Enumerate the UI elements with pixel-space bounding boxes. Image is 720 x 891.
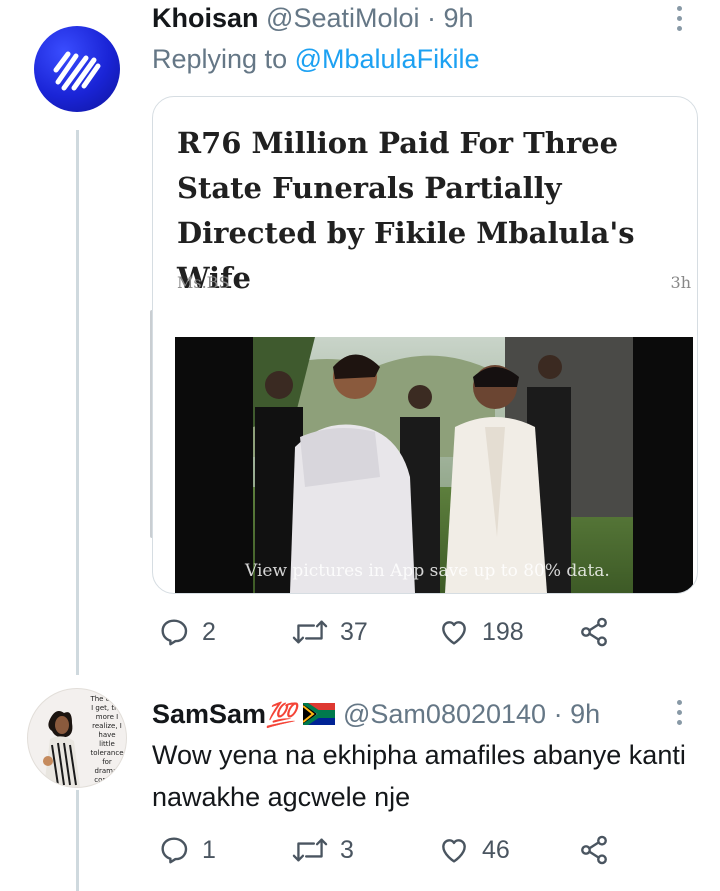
retweet-button[interactable]: 37 (292, 612, 368, 652)
thread-line (76, 790, 79, 891)
retweet-icon (292, 620, 328, 644)
replying-to-mention[interactable]: @MbalulaFikile (295, 44, 480, 74)
retweet-button[interactable]: 3 (292, 830, 354, 870)
tweet-time[interactable]: · 9h (427, 3, 474, 33)
tweet-header: Khoisan @SeatiMoloi · 9h (152, 2, 474, 34)
card-title: R76 Million Paid For Three State Funeral… (177, 126, 635, 295)
reply-button[interactable]: 2 (158, 612, 216, 652)
tweet-text: Wow yena na ekhipha amafiles abanye kant… (152, 740, 686, 812)
like-count: 46 (482, 835, 510, 864)
reply-button[interactable]: 1 (158, 830, 216, 870)
avatar-logo-icon (34, 26, 120, 112)
user-handle[interactable]: @Sam08020140 (343, 699, 546, 729)
tweet-header: SamSam💯 @Sam08020140 · 9h (152, 698, 600, 732)
card-time: 3h (670, 273, 691, 292)
heart-icon (442, 839, 466, 863)
user-handle[interactable]: @SeatiMoloi (266, 3, 419, 33)
like-count: 198 (482, 617, 524, 646)
tweet-time[interactable]: · 9h (554, 699, 601, 729)
display-name[interactable]: Khoisan (152, 3, 259, 33)
reply-icon (161, 619, 188, 646)
south-africa-flag-icon (302, 700, 338, 732)
card-image: View pictures in App save up to 80% data… (175, 337, 693, 593)
retweet-count: 37 (340, 617, 368, 646)
share-button[interactable] (578, 830, 610, 870)
link-card[interactable]: R76 Million Paid For Three State Funeral… (152, 96, 698, 594)
share-button[interactable] (578, 612, 610, 652)
display-name[interactable]: SamSam (152, 699, 266, 729)
more-options-icon[interactable] (677, 6, 683, 36)
heart-icon (442, 621, 466, 645)
avatar[interactable] (28, 20, 126, 118)
more-options-icon[interactable] (677, 700, 683, 730)
share-icon (581, 835, 607, 865)
reply-icon (161, 837, 188, 864)
card-source: Ms.BS (177, 273, 230, 292)
tweet-actions: 2 37 198 (152, 612, 632, 652)
like-button[interactable]: 198 (438, 612, 524, 652)
reply-count: 1 (202, 835, 216, 864)
reply-count: 2 (202, 617, 216, 646)
card-caption: View pictures in App save up to 80% data… (245, 561, 610, 581)
like-button[interactable]: 46 (438, 830, 510, 870)
hundred-points-icon: 💯 (266, 702, 296, 729)
replying-to-label: Replying to (152, 44, 288, 74)
share-icon (581, 617, 607, 647)
replying-to: Replying to @MbalulaFikile (152, 44, 480, 75)
avatar[interactable]: The older I get, the more I realize, I h… (27, 688, 127, 788)
retweet-count: 3 (340, 835, 354, 864)
retweet-icon (292, 838, 328, 862)
tweet-actions: 1 3 46 (152, 830, 632, 870)
thread-line (76, 130, 79, 675)
avatar-quote-text: The older I get, the more I realize, I h… (90, 695, 124, 787)
